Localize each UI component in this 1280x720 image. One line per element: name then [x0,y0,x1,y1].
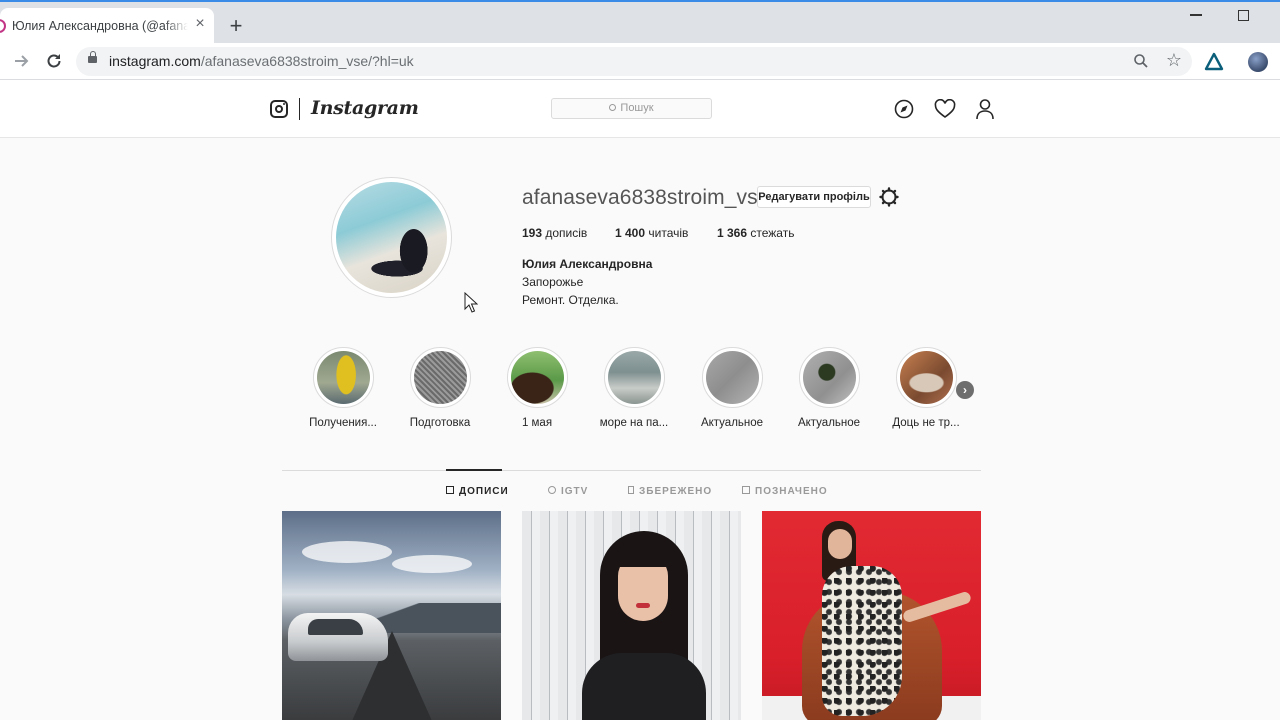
post-image-detail [582,653,706,720]
tab-tagged[interactable]: ПОЗНАЧЕНО [742,486,828,497]
close-tab-button[interactable]: × [192,16,208,32]
compass-icon[interactable] [894,99,914,119]
post-thumbnail[interactable] [522,511,741,720]
gear-icon[interactable] [879,187,899,207]
search-icon [609,104,617,111]
highlight-cover [507,347,568,408]
highlight-cover [410,347,471,408]
highlight-cover [313,347,374,408]
url-host: instagram.com [109,53,201,69]
tab-posts[interactable]: ДОПИСИ [446,486,509,497]
instagram-favicon-icon [0,19,6,33]
highlight-cover [702,347,763,408]
bio-full-name: Юлия Александровна [522,257,653,271]
highlight-label: море на па... [599,417,669,429]
browser-tab-strip: Юлия Александровна (@afanaseva6838stroim… [0,0,1280,45]
posts-count: 193 дописів [522,226,587,240]
bio-line-description: Ремонт. Отделка. [522,293,619,307]
tab-posts-label: ДОПИСИ [459,486,509,497]
highlight-image [608,351,661,404]
following-count-value: 1 366 [717,226,748,240]
minimize-window-button[interactable] [1190,14,1202,16]
active-tab-indicator [446,469,502,471]
reload-icon [47,54,61,68]
new-tab-button[interactable]: + [226,15,246,37]
bookmark-icon [628,486,634,494]
profile-photo [336,182,447,293]
highlight-cover [896,347,957,408]
tab-igtv[interactable]: IGTV [548,486,588,497]
post-image-detail [822,566,902,716]
forward-button[interactable] [12,51,32,71]
bookmark-star-icon[interactable]: ☆ [1164,50,1184,70]
highlight-label: Актуальное [797,417,861,429]
url-path: /afanaseva6838stroim_vse/?hl=uk [200,53,414,69]
followers-count-label: читачів [648,226,689,240]
posts-count-label: дописів [545,226,588,240]
mouse-cursor-icon [464,292,478,313]
highlight-label: 1 мая [521,417,553,429]
zoom-icon[interactable] [1133,53,1149,69]
search-input[interactable]: Пошук [551,98,712,119]
address-bar[interactable]: instagram.com/afanaseva6838stroim_vse/?h… [76,47,1192,76]
highlight-label: Доць не тр... [892,417,960,429]
highlight-image [511,351,564,404]
highlight-label: Получения... [309,417,377,429]
edit-profile-button[interactable]: Редагувати профіль [757,186,871,208]
posts-count-value: 193 [522,226,543,240]
tab-tagged-label: ПОЗНАЧЕНО [755,486,828,497]
profile-username: afanaseva6838stroim_vse [522,186,770,209]
highlight-label: Актуальное [700,417,764,429]
post-image-detail [288,613,388,661]
post-thumbnail[interactable] [762,511,981,720]
igtv-icon [548,486,556,494]
highlight-cover [604,347,665,408]
post-image-detail [392,555,472,573]
highlight-cover [799,347,860,408]
profile-avatar[interactable] [331,177,452,298]
tag-icon [742,486,750,494]
highlight-label: Подготовка [409,417,471,429]
search-placeholder: Пошук [620,102,654,114]
highlight-image [706,351,759,404]
following-count[interactable]: 1 366 стежать [717,226,794,240]
reload-button[interactable] [44,51,64,71]
lock-icon [88,51,97,63]
highlight-image [414,351,467,404]
url-text[interactable]: instagram.com/afanaseva6838stroim_vse/?h… [109,53,414,69]
post-image-detail [828,529,852,559]
extension-icon[interactable] [1204,52,1224,72]
bio-line-location: Запорожье [522,275,584,289]
browser-tab-title: Юлия Александровна (@afanaseva6838stroim… [12,19,188,33]
arrow-forward-icon [15,55,29,67]
followers-count-value: 1 400 [615,226,646,240]
post-image-detail [614,541,672,567]
chevron-right-icon[interactable]: › [956,381,974,399]
instagram-wordmark[interactable]: Instagram [311,97,419,119]
tab-saved-label: ЗБЕРЕЖЕНО [639,486,713,497]
tab-saved[interactable]: ЗБЕРЕЖЕНО [628,486,712,497]
heart-icon[interactable] [934,98,956,119]
post-image-detail [636,603,650,608]
tabs-divider [282,470,981,471]
following-count-label: стежать [750,226,795,240]
maximize-window-button[interactable] [1238,10,1249,21]
browser-tab[interactable]: Юлия Александровна (@afanaseva6838stroim… [0,8,214,45]
followers-count[interactable]: 1 400 читачів [615,226,688,240]
instagram-header: Instagram Пошук [0,80,1280,138]
highlight-image [803,351,856,404]
highlight-image [900,351,953,404]
browser-profile-avatar[interactable] [1248,52,1268,72]
tab-igtv-label: IGTV [561,486,589,497]
instagram-camera-logo-icon[interactable] [270,100,288,118]
highlight-image [317,351,370,404]
browser-toolbar: instagram.com/afanaseva6838stroim_vse/?h… [0,43,1280,80]
person-icon[interactable] [975,98,995,120]
post-thumbnail[interactable] [282,511,501,720]
post-image-detail [302,541,392,563]
grid-icon [446,486,454,494]
header-divider [299,98,300,120]
